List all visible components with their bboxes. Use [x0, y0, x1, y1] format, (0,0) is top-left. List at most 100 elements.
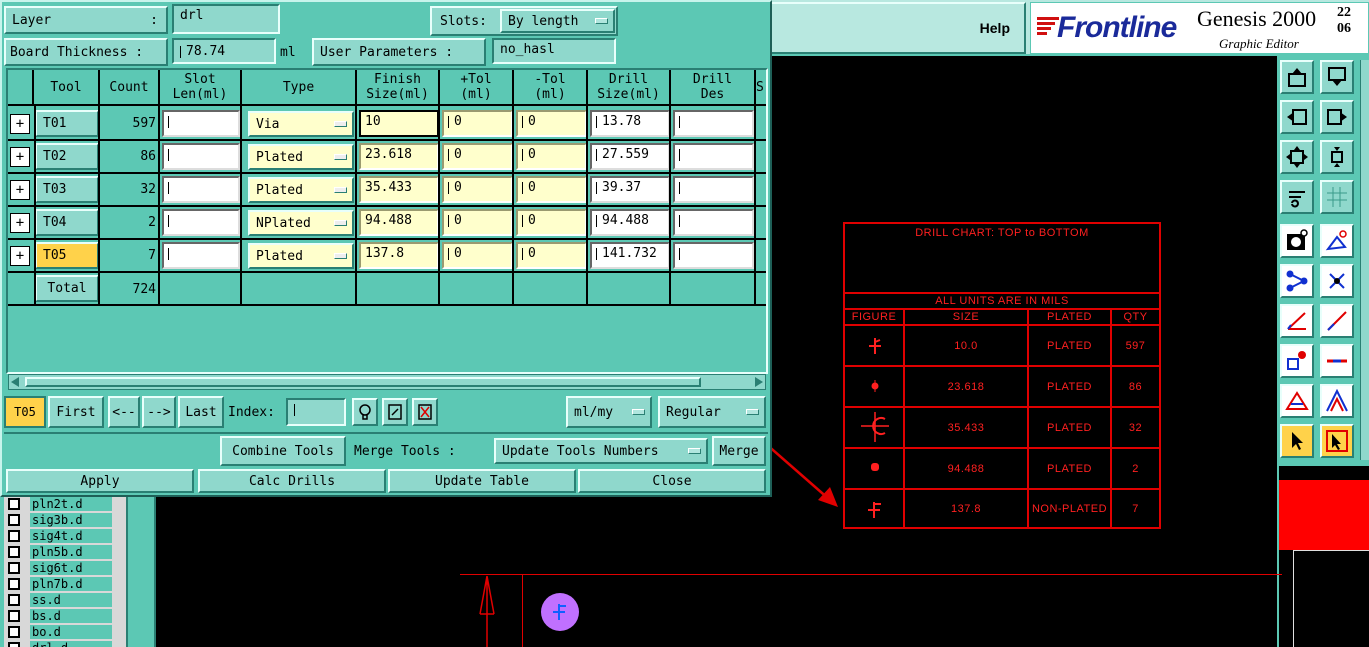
- toolbar-select-icon[interactable]: [1280, 424, 1314, 458]
- plus-tol-field[interactable]: 0: [442, 242, 513, 269]
- last-button[interactable]: Last: [178, 396, 224, 428]
- plus-tol-field[interactable]: 0: [442, 143, 513, 170]
- plus-tol-field[interactable]: 0: [442, 209, 513, 236]
- layer-list-item[interactable]: drl.d: [8, 640, 112, 647]
- type-dropdown[interactable]: Plated: [248, 243, 354, 269]
- update-table-button[interactable]: Update Table: [388, 469, 576, 493]
- layer-list-item[interactable]: pln2t.d: [8, 496, 112, 512]
- drill-size-field[interactable]: 141.732: [590, 242, 670, 269]
- drill-des-field[interactable]: [673, 242, 754, 269]
- slot-length-field[interactable]: [162, 242, 240, 269]
- finish-size-field[interactable]: 94.488: [359, 209, 439, 236]
- toolbar-move-down-icon[interactable]: [1320, 60, 1354, 94]
- type-dropdown[interactable]: Plated: [248, 177, 354, 203]
- toolbar-pad-icon[interactable]: [1280, 224, 1314, 258]
- toolbar-net-icon[interactable]: [1280, 264, 1314, 298]
- minus-tol-field[interactable]: 0: [516, 242, 587, 269]
- toolbar-snap-icon[interactable]: [1280, 344, 1314, 378]
- layer-checkbox[interactable]: [8, 562, 20, 574]
- units-dropdown[interactable]: ml/my: [566, 396, 652, 428]
- rotate-icon[interactable]: [382, 398, 408, 426]
- minus-tol-field[interactable]: 0: [516, 143, 587, 170]
- layer-checkbox[interactable]: [8, 530, 20, 542]
- minus-tol-field[interactable]: 0: [516, 110, 587, 137]
- slot-length-field[interactable]: [162, 143, 240, 170]
- prev-button[interactable]: <--: [108, 396, 140, 428]
- toolbar-move-right-icon[interactable]: [1320, 100, 1354, 134]
- close-button[interactable]: Close: [578, 469, 766, 493]
- tool-button[interactable]: T04: [35, 209, 99, 236]
- layer-checkbox[interactable]: [8, 610, 20, 622]
- drill-des-field[interactable]: [673, 209, 754, 236]
- tool-button[interactable]: T02: [35, 143, 99, 170]
- toolbar-peak-icon[interactable]: [1320, 384, 1354, 418]
- layer-list-item[interactable]: sig4t.d: [8, 528, 112, 544]
- scroll-thumb[interactable]: [25, 377, 701, 387]
- cursor-marker[interactable]: [541, 593, 579, 631]
- layer-list-item[interactable]: sig6t.d: [8, 560, 112, 576]
- toolbar-move-up-icon[interactable]: [1280, 60, 1314, 94]
- drill-size-field[interactable]: 39.37: [590, 176, 670, 203]
- layer-checkbox[interactable]: [8, 642, 20, 647]
- scroll-left-icon[interactable]: [11, 377, 19, 387]
- layer-checkbox[interactable]: [8, 626, 20, 638]
- index-field[interactable]: [286, 398, 346, 426]
- drill-size-field[interactable]: 94.488: [590, 209, 670, 236]
- toolbar-move-left-icon[interactable]: [1280, 100, 1314, 134]
- next-button[interactable]: -->: [142, 396, 176, 428]
- delete-icon[interactable]: [412, 398, 438, 426]
- type-dropdown[interactable]: Via: [248, 111, 354, 137]
- drill-size-field[interactable]: 27.559: [590, 143, 670, 170]
- drill-size-field[interactable]: 13.78: [590, 110, 670, 137]
- slot-length-field[interactable]: [162, 209, 240, 236]
- bulb-icon[interactable]: [352, 398, 378, 426]
- finish-size-field[interactable]: 137.8: [359, 242, 439, 269]
- toolbar-cross-icon[interactable]: [1320, 264, 1354, 298]
- finish-size-field[interactable]: 23.618: [359, 143, 439, 170]
- table-horizontal-scrollbar[interactable]: [8, 374, 766, 390]
- slots-dropdown[interactable]: By length: [500, 9, 615, 33]
- layer-list-item[interactable]: sig3b.d: [8, 512, 112, 528]
- toolbar-select-box-icon[interactable]: [1320, 424, 1354, 458]
- layer-list-item[interactable]: bs.d: [8, 608, 112, 624]
- expand-row-icon[interactable]: +: [10, 213, 30, 233]
- layer-list-item[interactable]: pln7b.d: [8, 576, 112, 592]
- layer-list-scroll[interactable]: [126, 497, 156, 647]
- toolbar-triangle-icon[interactable]: [1280, 384, 1314, 418]
- apply-button[interactable]: Apply: [6, 469, 194, 493]
- expand-row-icon[interactable]: +: [10, 147, 30, 167]
- tool-button[interactable]: T03: [35, 176, 99, 203]
- layer-checkbox[interactable]: [8, 498, 20, 510]
- layer-list-item[interactable]: pln5b.d: [8, 544, 112, 560]
- finish-size-field[interactable]: 10: [359, 110, 439, 137]
- finish-size-field[interactable]: 35.433: [359, 176, 439, 203]
- board-thickness-field[interactable]: 78.74: [172, 38, 276, 64]
- plus-tol-field[interactable]: 0: [442, 110, 513, 137]
- drill-des-field[interactable]: [673, 176, 754, 203]
- layer-checkbox[interactable]: [8, 578, 20, 590]
- layer-checkbox[interactable]: [8, 514, 20, 526]
- drill-des-field[interactable]: [673, 143, 754, 170]
- toolbar-grid-icon[interactable]: [1320, 180, 1354, 214]
- type-dropdown[interactable]: NPlated: [248, 210, 354, 236]
- toolbar-wrench-icon[interactable]: [1280, 180, 1314, 214]
- layer-checkbox[interactable]: [8, 546, 20, 558]
- expand-row-icon[interactable]: +: [10, 114, 30, 134]
- mode-dropdown[interactable]: Regular: [658, 396, 766, 428]
- toolbar-expand-icon[interactable]: [1280, 140, 1314, 174]
- layer-list-item[interactable]: bo.d: [8, 624, 112, 640]
- user-parameters-field[interactable]: no_hasl: [492, 38, 616, 64]
- help-button[interactable]: Help: [770, 2, 1026, 54]
- slot-length-field[interactable]: [162, 110, 240, 137]
- merge-button[interactable]: Merge: [712, 436, 766, 466]
- tool-button[interactable]: T05: [35, 242, 99, 269]
- toolbar-shape-icon[interactable]: [1320, 224, 1354, 258]
- calc-drills-button[interactable]: Calc Drills: [198, 469, 386, 493]
- layer-field[interactable]: drl: [172, 4, 280, 34]
- expand-row-icon[interactable]: +: [10, 246, 30, 266]
- merge-option-dropdown[interactable]: Update Tools Numbers: [494, 438, 708, 464]
- drill-des-field[interactable]: [673, 110, 754, 137]
- tool-button[interactable]: T01: [35, 110, 99, 137]
- minus-tol-field[interactable]: 0: [516, 176, 587, 203]
- type-dropdown[interactable]: Plated: [248, 144, 354, 170]
